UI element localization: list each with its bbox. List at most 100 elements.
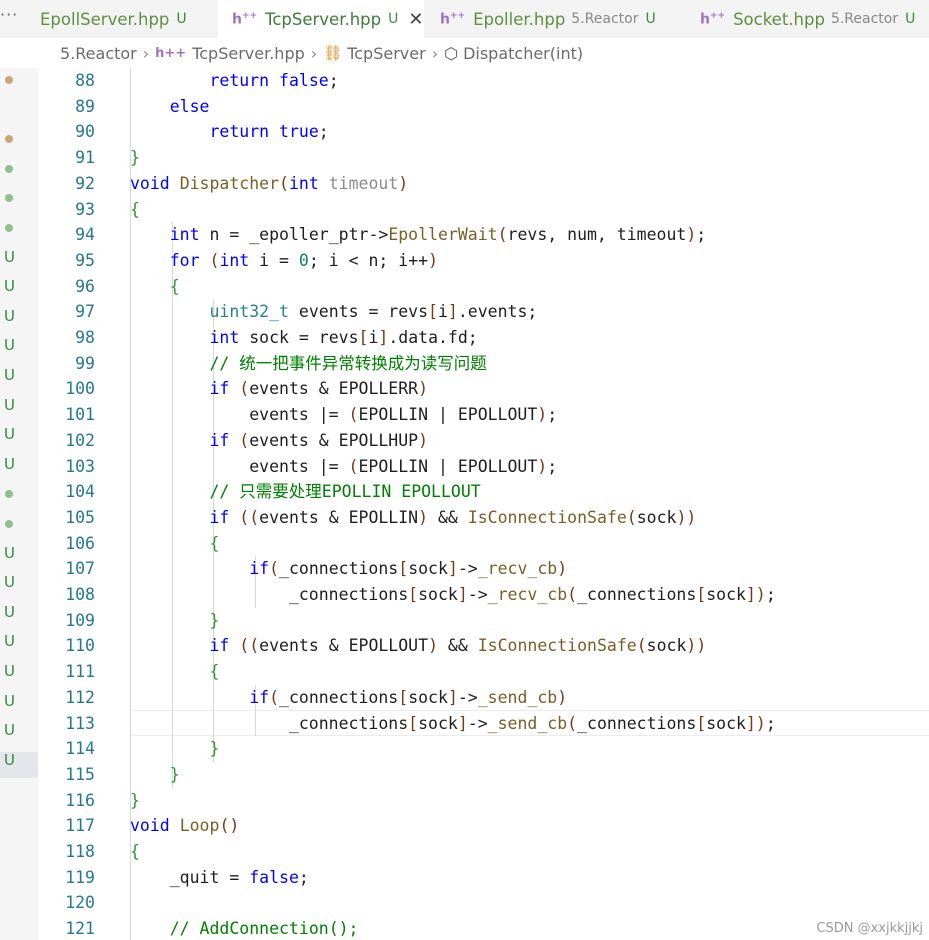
git-untracked-marker: U — [4, 336, 15, 355]
code-text: // AddConnection(); — [169, 919, 359, 939]
code-line[interactable]: 90 return true; — [38, 119, 929, 145]
code-text: return true; — [209, 122, 329, 142]
breadcrumb-file[interactable]: h++ TcpServer.hpp — [155, 44, 305, 63]
code-line[interactable]: 112 if(_connections[sock]->_send_cb) — [38, 685, 929, 711]
git-change-dot — [5, 135, 13, 144]
line-number: 119 — [65, 867, 95, 887]
line-number: 92 — [75, 173, 95, 193]
line-number: 118 — [65, 842, 95, 861]
git-untracked-marker: U — [4, 454, 15, 473]
code-text: // 统一把事件异常转换成为读写问题 — [209, 353, 487, 373]
code-line[interactable]: 97 uint32_t events = revs[i].events; — [38, 299, 929, 325]
line-number: 117 — [65, 816, 95, 836]
code-line[interactable]: 115 } — [38, 762, 929, 788]
line-number: 94 — [75, 225, 95, 245]
code-line[interactable]: 89 else — [38, 94, 929, 120]
tab-label: EpollServer.hpp — [40, 9, 170, 29]
code-text: { — [130, 199, 140, 219]
tab-epoller[interactable]: h++ Epoller.hpp 5.Reactor U — [424, 0, 686, 38]
line-number: 104 — [65, 482, 95, 502]
breadcrumb-label: 5.Reactor — [60, 43, 137, 63]
code-line[interactable]: 113 _connections[sock]->_send_cb(_connec… — [38, 711, 929, 737]
cpp-header-icon: h++ — [232, 10, 258, 28]
chevron-right-icon: › — [142, 43, 150, 63]
code-line[interactable]: 104 // 只需要处理EPOLLIN EPOLLOUT — [38, 479, 929, 505]
ellipsis-icon[interactable]: ··· — [0, 0, 28, 38]
code-line[interactable]: 99 // 统一把事件异常转换成为读写问题 — [38, 351, 929, 377]
code-line[interactable]: 111 { — [38, 659, 929, 685]
code-text: { — [209, 662, 220, 682]
line-number: 105 — [65, 507, 95, 527]
code-text: for (int i = 0; i < n; i++) — [169, 250, 439, 270]
breadcrumb-label: TcpServer — [347, 43, 426, 63]
tab-path: 5.Reactor — [571, 11, 639, 27]
git-untracked-marker: U — [4, 662, 15, 680]
code-line[interactable]: 88 return false; — [38, 68, 929, 94]
code-text: if ((events & EPOLLIN) && IsConnectionSa… — [209, 507, 697, 527]
code-line[interactable]: 108 _connections[sock]->_recv_cb(_connec… — [38, 582, 929, 608]
code-text: return false; — [209, 71, 339, 90]
git-untracked-marker: U — [4, 247, 15, 266]
chevron-right-icon: › — [310, 43, 318, 63]
code-text: else — [169, 96, 210, 116]
code-line[interactable]: 119 _quit = false; — [38, 865, 929, 891]
git-untracked-marker: U — [4, 277, 15, 296]
code-editor[interactable]: 88 return false; 89 else 90 return true; 91… — [38, 68, 929, 940]
code-line[interactable]: 92 void Dispatcher(int timeout) — [38, 171, 929, 197]
git-change-dot — [5, 194, 13, 203]
code-line[interactable]: 91} — [38, 145, 929, 171]
breadcrumb-method[interactable]: ⬡ Dispatcher(int) — [444, 44, 583, 63]
git-change-dot — [5, 76, 13, 84]
line-number: 110 — [65, 636, 95, 656]
code-line[interactable]: 93 { — [38, 197, 929, 223]
code-line[interactable]: 120 — [38, 890, 929, 916]
git-change-dot — [5, 490, 13, 499]
line-number: 93 — [75, 199, 95, 219]
line-number: 100 — [65, 379, 95, 399]
line-number: 89 — [75, 96, 95, 116]
code-line[interactable]: 100 if (events & EPOLLERR) — [38, 376, 929, 402]
git-untracked-marker: U — [4, 543, 15, 562]
code-line[interactable]: 95 for (int i = 0; i < n; i++) — [38, 248, 929, 274]
line-number: 116 — [65, 790, 95, 810]
line-number: 101 — [65, 405, 95, 425]
code-line[interactable]: 96 { — [38, 274, 929, 300]
code-text: { — [130, 842, 140, 861]
line-number: 114 — [65, 739, 95, 759]
tab-tcpserver[interactable]: h++ TcpServer.hpp U ✕ — [218, 0, 424, 38]
code-line[interactable]: 116} — [38, 788, 929, 814]
code-line[interactable]: 98 int sock = revs[i].data.fd; — [38, 325, 929, 351]
code-line[interactable]: 94 int n = _epoller_ptr->EpollerWait(rev… — [38, 222, 929, 248]
code-line[interactable]: 110 if ((events & EPOLLOUT) && IsConnect… — [38, 633, 929, 659]
git-untracked-marker: U — [4, 573, 15, 592]
git-change-dot — [5, 224, 13, 232]
code-line[interactable]: 117 void Loop() — [38, 813, 929, 839]
code-line[interactable]: 118 { — [38, 839, 929, 865]
code-text: } — [169, 764, 180, 784]
code-line[interactable]: 107 if(_connections[sock]->_recv_cb) — [38, 556, 929, 582]
line-number: 121 — [65, 919, 95, 939]
breadcrumb-class[interactable]: ⛓ TcpServer — [323, 44, 426, 63]
line-number: 88 — [75, 71, 95, 90]
code-text: _connections[sock]->_send_cb(_connection… — [130, 713, 776, 733]
code-line[interactable]: 101 events |= (EPOLLIN | EPOLLOUT); — [38, 402, 929, 428]
line-number: 113 — [65, 713, 95, 733]
line-number: 109 — [65, 610, 95, 630]
code-line[interactable]: 109 } — [38, 608, 929, 634]
code-line[interactable]: 106 { — [38, 531, 929, 557]
tab-epollserver[interactable]: EpollServer.hpp U — [28, 0, 218, 38]
code-text: { — [169, 276, 180, 296]
git-status-badge: U — [645, 11, 656, 27]
code-text: if (events & EPOLLHUP) — [209, 430, 429, 450]
close-icon[interactable]: ✕ — [408, 9, 423, 30]
breadcrumb-folder[interactable]: 5.Reactor — [60, 44, 137, 63]
line-number: 97 — [75, 302, 95, 322]
code-line[interactable]: 114 } — [38, 736, 929, 762]
code-line[interactable]: 105 if ((events & EPOLLIN) && IsConnecti… — [38, 505, 929, 531]
git-status-badge: U — [388, 11, 399, 27]
code-line[interactable]: 102 if (events & EPOLLHUP) — [38, 428, 929, 454]
code-line[interactable]: 103 events |= (EPOLLIN | EPOLLOUT); — [38, 454, 929, 480]
tab-socket[interactable]: h++ Socket.hpp 5.Reactor U — [686, 0, 929, 38]
code-line[interactable]: 121 // AddConnection(); — [38, 916, 929, 940]
git-change-dot — [5, 520, 13, 528]
